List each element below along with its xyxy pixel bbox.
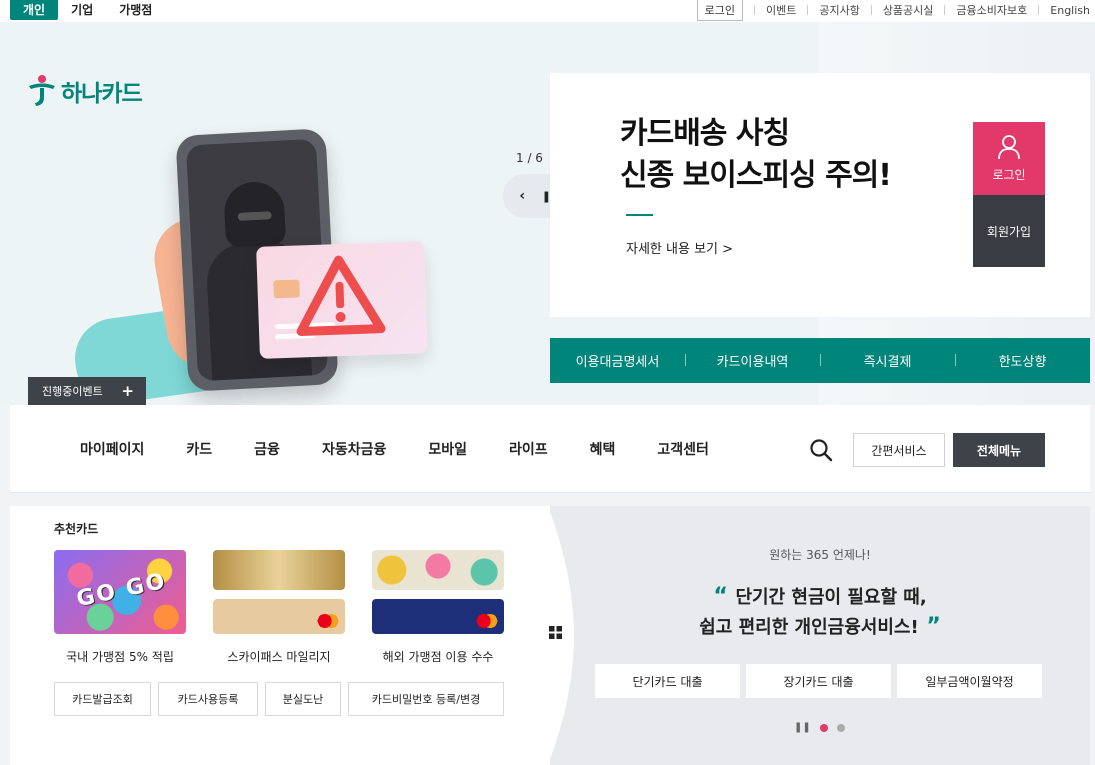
link-english[interactable]: English (1050, 4, 1090, 17)
quick-limit-increase[interactable]: 한도상향 (955, 351, 1090, 370)
ongoing-events-tab[interactable]: 진행중이벤트 + (28, 377, 146, 405)
recommended-cards-section: 추천카드 GO GO 국내 가맹점 5% 적립 스카이패스 마일리지 해외 가맹… (10, 506, 550, 765)
tab-business[interactable]: 기업 (58, 0, 106, 20)
banner-accent-line (626, 214, 653, 216)
easy-service-button[interactable]: 간편서비스 (853, 433, 945, 467)
pause-icon[interactable]: ❚❚ (794, 722, 811, 733)
loan-title-line1: 단기간 현금이 필요할 때, (735, 587, 927, 608)
mastercard-icon (317, 614, 339, 628)
slide-pager: 1 / 6 (516, 151, 543, 165)
card-name-skypass[interactable]: 스카이패스 마일리지 (204, 648, 354, 665)
warning-triangle-icon (296, 255, 386, 336)
menu-auto-finance[interactable]: 자동차금융 (322, 439, 386, 459)
recommended-cards-title: 추천카드 (54, 522, 99, 536)
card-image-skypass[interactable] (213, 599, 345, 634)
global-navigation: 마이페이지 카드 금융 자동차금융 모바일 라이프 혜택 고객센터 간편서비스 … (10, 405, 1090, 493)
loan-title-line2: 쉽고 편리한 개인금융서비스! (699, 617, 919, 638)
card-image-overseas-pattern[interactable] (372, 550, 504, 590)
menu-mypage[interactable]: 마이페이지 (80, 439, 144, 459)
card-name-domestic[interactable]: 국내 가맹점 5% 적립 (45, 648, 195, 665)
quick-menu-bar: 이용대금명세서 카드이용내역 즉시결제 한도상향 (550, 338, 1090, 383)
card-registration-button[interactable]: 카드사용등록 (158, 682, 258, 716)
all-menu-button[interactable]: 전체메뉴 (953, 433, 1045, 467)
banner-title-line1: 카드배송 사칭 (620, 116, 790, 151)
divider (870, 5, 872, 15)
quick-statement[interactable]: 이용대금명세서 (550, 351, 685, 370)
card-pin-button[interactable]: 카드비밀번호 등록/변경 (348, 682, 504, 716)
card-issue-inquiry-button[interactable]: 카드발급조회 (54, 682, 151, 716)
user-icon (998, 135, 1020, 160)
loan-title: “ 단기간 현금이 필요할 때, 쉽고 편리한 개인금융서비스! ” (550, 582, 1090, 642)
menu-customer-center[interactable]: 고객센터 (657, 439, 709, 459)
link-events[interactable]: 이벤트 (766, 2, 796, 18)
top-login-button[interactable]: 로그인 (696, 0, 743, 21)
divider (944, 5, 946, 15)
banner-detail-link[interactable]: 자세한 내용 보기 > (626, 238, 733, 257)
hana-card-logo[interactable]: 하나카드 (27, 74, 143, 108)
banner-title-line2: 신종 보이스피싱 주의! (620, 158, 892, 193)
card-art-text: GO GO (74, 568, 169, 613)
loan-buttons: 단기카드 대출 장기카드 대출 일부금액이월약정 (595, 664, 1042, 698)
link-notices[interactable]: 공지사항 (819, 2, 859, 18)
plus-icon: + (121, 382, 134, 400)
banner-title: 카드배송 사칭 신종 보이스피싱 주의! (620, 113, 892, 197)
quick-instant-payment[interactable]: 즉시결제 (820, 351, 955, 370)
card-service-links: 카드발급조회 카드사용등록 분실도난 카드비밀번호 등록/변경 (54, 682, 504, 716)
long-term-loan-button[interactable]: 장기카드 대출 (746, 664, 891, 698)
menu-life[interactable]: 라이프 (509, 439, 548, 459)
loan-section: 원하는 365 언제나! “ 단기간 현금이 필요할 때, 쉽고 편리한 개인금… (548, 506, 1090, 765)
card-name-overseas[interactable]: 해외 가맹점 이용 수수 (363, 648, 513, 665)
slide-dot-active[interactable] (819, 723, 828, 732)
menu-benefits[interactable]: 혜택 (590, 439, 616, 459)
logo-text: 하나카드 (61, 81, 143, 107)
lost-stolen-button[interactable]: 분실도난 (265, 682, 341, 716)
menu-card[interactable]: 카드 (186, 439, 212, 459)
side-join-button[interactable]: 회원가입 (973, 195, 1045, 267)
side-join-label: 회원가입 (986, 224, 1032, 239)
prev-slide-icon[interactable]: ‹ (519, 188, 525, 204)
divider (807, 5, 809, 15)
slide-dot[interactable] (836, 723, 845, 732)
ongoing-events-label: 진행중이벤트 (42, 385, 103, 398)
tab-merchant[interactable]: 가맹점 (106, 0, 165, 20)
close-quote-icon: ” (918, 614, 941, 639)
link-product-disclosure[interactable]: 상품공시실 (883, 2, 934, 18)
utility-links: 로그인 이벤트 공지사항 상품공시실 금융소비자보호 English (696, 0, 1090, 21)
open-quote-icon: “ (713, 584, 736, 609)
side-login-button[interactable]: 로그인 (973, 122, 1045, 195)
utility-bar: 개인 기업 가맹점 로그인 이벤트 공지사항 상품공시실 금융소비자보호 Eng… (0, 0, 1095, 22)
mastercard-icon (476, 614, 498, 628)
menu-mobile[interactable]: 모바일 (428, 439, 467, 459)
quick-usage-history[interactable]: 카드이용내역 (685, 351, 820, 370)
main-menu: 마이페이지 카드 금융 자동차금융 모바일 라이프 혜택 고객센터 (80, 439, 751, 459)
menu-finance[interactable]: 금융 (254, 439, 280, 459)
search-icon[interactable] (809, 438, 833, 462)
hana-logo-icon (29, 75, 55, 106)
link-consumer-protection[interactable]: 금융소비자보호 (956, 2, 1027, 18)
card-image-domestic[interactable]: GO GO (54, 550, 186, 634)
side-login-label: 로그인 (992, 168, 1026, 182)
loan-subtitle: 원하는 365 언제나! (769, 548, 871, 562)
card-image-overseas[interactable] (372, 599, 504, 634)
card-image-skypass-gold[interactable] (213, 550, 345, 590)
short-term-loan-button[interactable]: 단기카드 대출 (595, 664, 740, 698)
grid-menu-icon[interactable] (549, 626, 562, 639)
loan-slide-indicator: ❚❚ (794, 722, 845, 733)
customer-type-tabs: 개인 기업 가맹점 (10, 0, 165, 20)
revolving-button[interactable]: 일부금액이월약정 (897, 664, 1042, 698)
divider (753, 5, 755, 15)
warning-card-illustration (256, 241, 428, 359)
divider (1038, 5, 1040, 15)
tab-personal[interactable]: 개인 (10, 0, 59, 20)
hero-section: 하나카드 진행중이벤트 + 1 / 6 ‹ ❚❚ › 카드배송 사칭 신종 보이… (0, 22, 1095, 409)
